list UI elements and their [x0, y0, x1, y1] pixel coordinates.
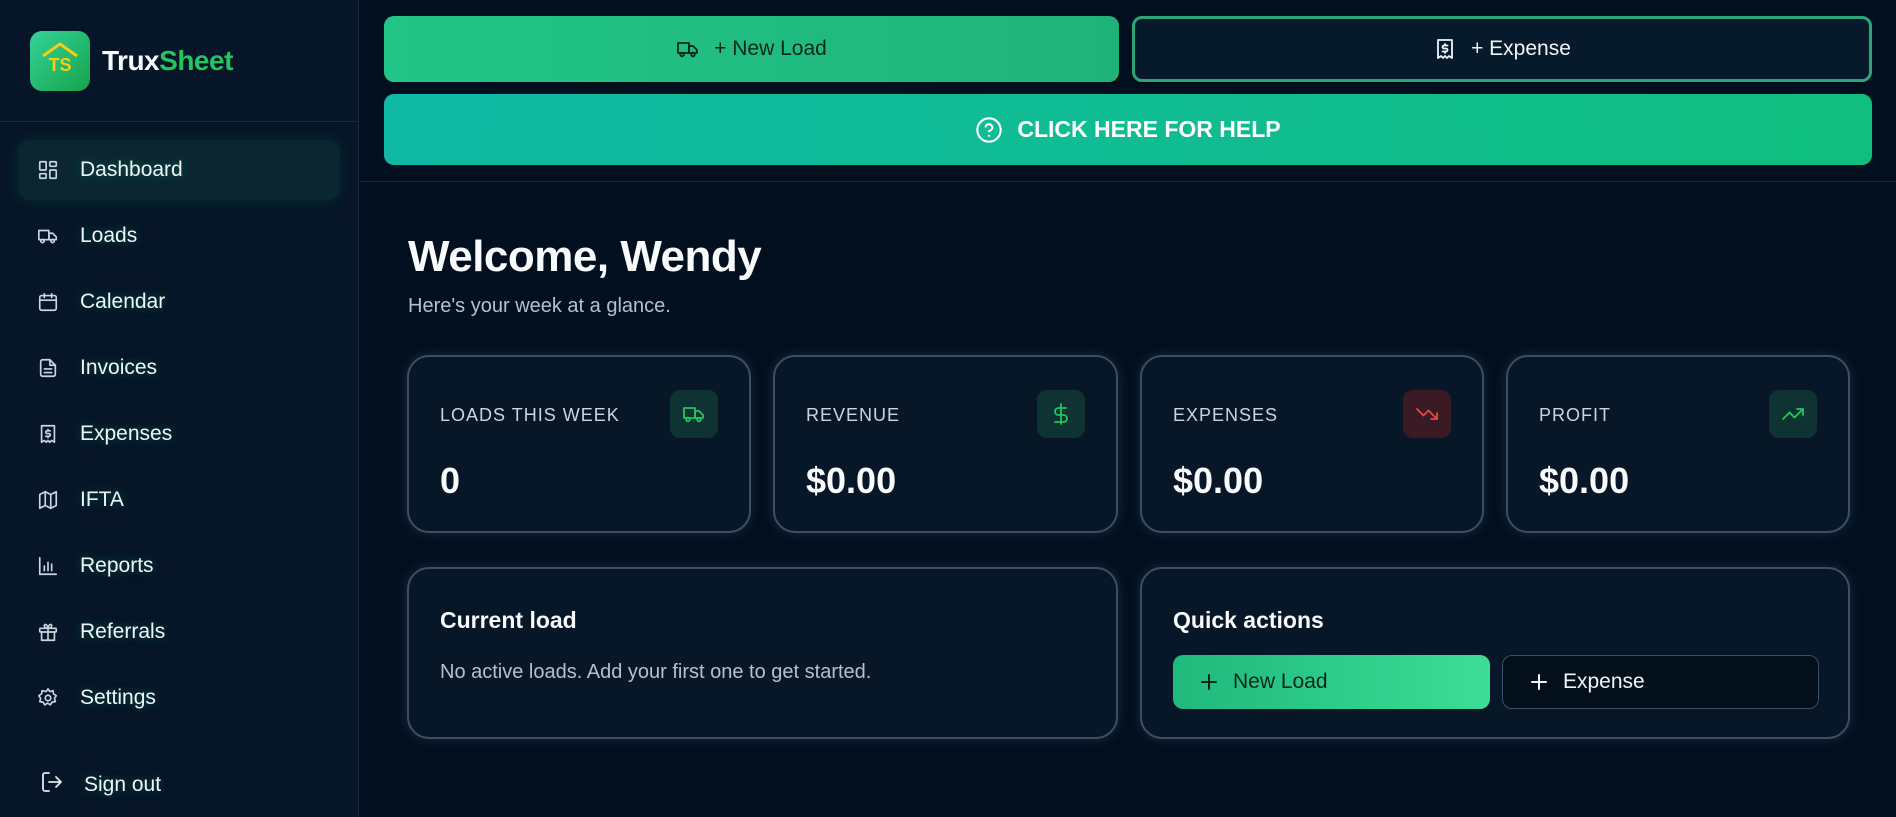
sidebar-item-referrals[interactable]: Referrals	[18, 602, 340, 662]
sidebar-item-label: Reports	[80, 554, 154, 577]
svg-text:TS: TS	[48, 55, 71, 75]
sidebar-item-calendar[interactable]: Calendar	[18, 272, 340, 332]
help-circle-icon	[975, 116, 1003, 144]
stat-title: LOADS THIS WEEK	[440, 405, 620, 425]
logo-icon: TS	[42, 42, 78, 75]
sidebar-item-ifta[interactable]: IFTA	[18, 470, 340, 530]
plus-icon	[1529, 672, 1549, 692]
panel-title: Current load	[440, 607, 577, 633]
truck-icon	[670, 390, 718, 438]
invoice-icon	[36, 356, 60, 380]
sidebar-item-reports[interactable]: Reports	[18, 536, 340, 596]
stat-card-revenue: REVENUE $0.00	[773, 355, 1118, 533]
sidebar-item-label: Referrals	[80, 620, 166, 643]
logo: TS	[30, 30, 90, 91]
stat-value: $0.00	[1173, 460, 1264, 501]
trend-up-icon	[1769, 390, 1817, 438]
quick-new-load-label: New Load	[1233, 670, 1328, 693]
sidebar-item-expenses[interactable]: Expenses	[18, 404, 340, 464]
sidebar-item-label: Invoices	[80, 356, 158, 379]
sidebar-item-loads[interactable]: Loads	[18, 206, 340, 266]
stat-card-profit: PROFIT $0.00	[1506, 355, 1850, 533]
sidebar-item-settings[interactable]: Settings	[18, 668, 340, 728]
logout-icon	[40, 770, 64, 799]
sign-out-button[interactable]: Sign out	[40, 770, 161, 799]
help-label: CLICK HERE FOR HELP	[1017, 116, 1281, 142]
brand[interactable]: TS TruxSheet	[0, 0, 358, 122]
stat-card-loads: LOADS THIS WEEK 0	[407, 355, 751, 533]
bar-chart-icon	[36, 554, 60, 578]
sign-out-label: Sign out	[84, 772, 162, 796]
brand-name-part2: Sheet	[159, 44, 233, 76]
sidebar-item-label: IFTA	[80, 488, 124, 511]
expense-label: + Expense	[1471, 37, 1571, 60]
calendar-icon	[36, 290, 60, 314]
sidebar-item-label: Loads	[80, 224, 138, 247]
stat-card-expenses: EXPENSES $0.00	[1140, 355, 1484, 533]
quick-expense-label: Expense	[1563, 670, 1645, 693]
map-icon	[36, 488, 60, 512]
plus-icon	[1199, 672, 1219, 692]
add-expense-button[interactable]: + Expense	[1132, 16, 1872, 82]
sidebar-nav: Dashboard Loads Calendar Invoices Expens…	[0, 122, 358, 728]
stat-value: 0	[440, 460, 461, 501]
gift-icon	[36, 620, 60, 644]
quick-new-load-button[interactable]: New Load	[1173, 655, 1490, 709]
sidebar-item-label: Settings	[80, 686, 156, 709]
new-load-button[interactable]: + New Load	[384, 16, 1119, 82]
sidebar-item-dashboard[interactable]: Dashboard	[18, 140, 340, 200]
truck-icon	[36, 224, 60, 248]
page-title: Welcome, Wendy	[408, 232, 762, 281]
sidebar-item-label: Expenses	[80, 422, 173, 445]
sidebar-item-label: Calendar	[80, 290, 166, 313]
panel-title: Quick actions	[1173, 607, 1324, 633]
dollar-icon	[1037, 390, 1085, 438]
brand-name-part1: Trux	[102, 44, 160, 76]
current-load-panel: Current load No active loads. Add your f…	[407, 567, 1118, 739]
stat-title: EXPENSES	[1173, 405, 1279, 425]
receipt-icon	[36, 422, 60, 446]
stat-value: $0.00	[806, 460, 897, 501]
stat-title: REVENUE	[806, 405, 901, 425]
stat-value: $0.00	[1539, 460, 1630, 501]
new-load-label: + New Load	[714, 37, 827, 60]
quick-expense-button[interactable]: Expense	[1502, 655, 1819, 709]
stat-title: PROFIT	[1539, 405, 1611, 425]
trend-down-icon	[1403, 390, 1451, 438]
sidebar-item-invoices[interactable]: Invoices	[18, 338, 340, 398]
top-action-bar: + New Load + Expense CLICK HERE FOR HELP	[360, 0, 1896, 182]
gear-icon	[36, 686, 60, 710]
receipt-icon	[1433, 37, 1457, 61]
dashboard-icon	[36, 158, 60, 182]
brand-name: TruxSheet	[102, 45, 233, 77]
quick-actions-panel: Quick actions New Load Expense	[1140, 567, 1850, 739]
help-button[interactable]: CLICK HERE FOR HELP	[384, 94, 1872, 165]
empty-state-text: No active loads. Add your first one to g…	[440, 661, 872, 683]
truck-icon	[676, 37, 700, 61]
sidebar-item-label: Dashboard	[80, 158, 183, 181]
page-subtitle: Here's your week at a glance.	[408, 295, 671, 317]
sidebar: TS TruxSheet Dashboard Loads Calendar In…	[0, 0, 359, 817]
